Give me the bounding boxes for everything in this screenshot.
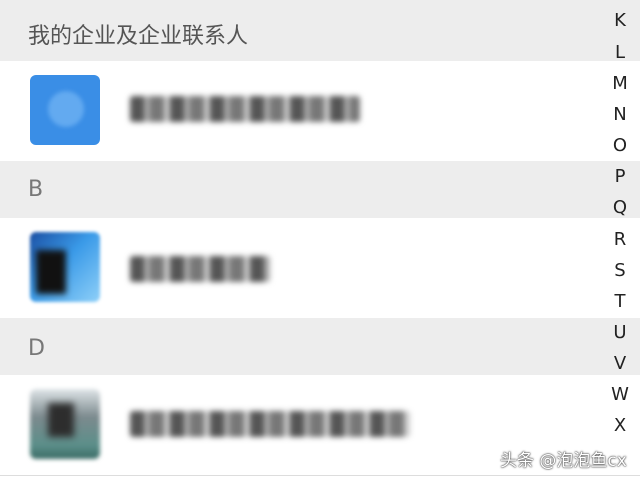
contact-item[interactable]: ■■■■■■■■■ (0, 61, 600, 161)
index-letter[interactable]: T (600, 291, 640, 312)
index-letter[interactable]: X (600, 415, 640, 436)
index-letter[interactable]: K (600, 10, 640, 31)
alphabet-index-bar[interactable]: K L M N O P Q R S T U V W X (600, 0, 640, 479)
section-header-b: B (0, 161, 640, 218)
section-header-label: B (28, 177, 44, 202)
index-letter[interactable]: S (600, 260, 640, 281)
watermark: 头条 @泡泡鱼cx (500, 451, 627, 471)
divider (0, 475, 640, 476)
enterprise-logo-icon (48, 91, 84, 127)
contact-item[interactable]: ■■■■■■ (0, 218, 600, 318)
index-letter[interactable]: V (600, 353, 640, 374)
section-header-d: D (0, 318, 640, 375)
contact-name: ■■■■■ · ■■■■■■ (130, 411, 410, 437)
contact-avatar (30, 75, 100, 145)
contact-name: ■■■■■■ (130, 256, 270, 282)
section-header-enterprise: 我的企业及企业联系人 (0, 0, 640, 61)
index-letter[interactable]: Q (600, 197, 640, 218)
section-header-label: D (28, 336, 45, 361)
index-letter[interactable]: W (600, 384, 640, 405)
contact-name: ■■■■■■■■■ (130, 96, 360, 122)
index-letter[interactable]: N (600, 104, 640, 125)
section-header-label: 我的企业及企业联系人 (28, 24, 249, 49)
index-letter[interactable]: R (600, 229, 640, 250)
index-letter[interactable]: O (600, 135, 640, 156)
index-letter[interactable]: M (600, 73, 640, 94)
index-letter[interactable]: P (600, 166, 640, 187)
contact-avatar (30, 232, 100, 302)
contact-avatar (30, 389, 100, 459)
index-letter[interactable]: L (600, 42, 640, 63)
index-letter[interactable]: U (600, 322, 640, 343)
